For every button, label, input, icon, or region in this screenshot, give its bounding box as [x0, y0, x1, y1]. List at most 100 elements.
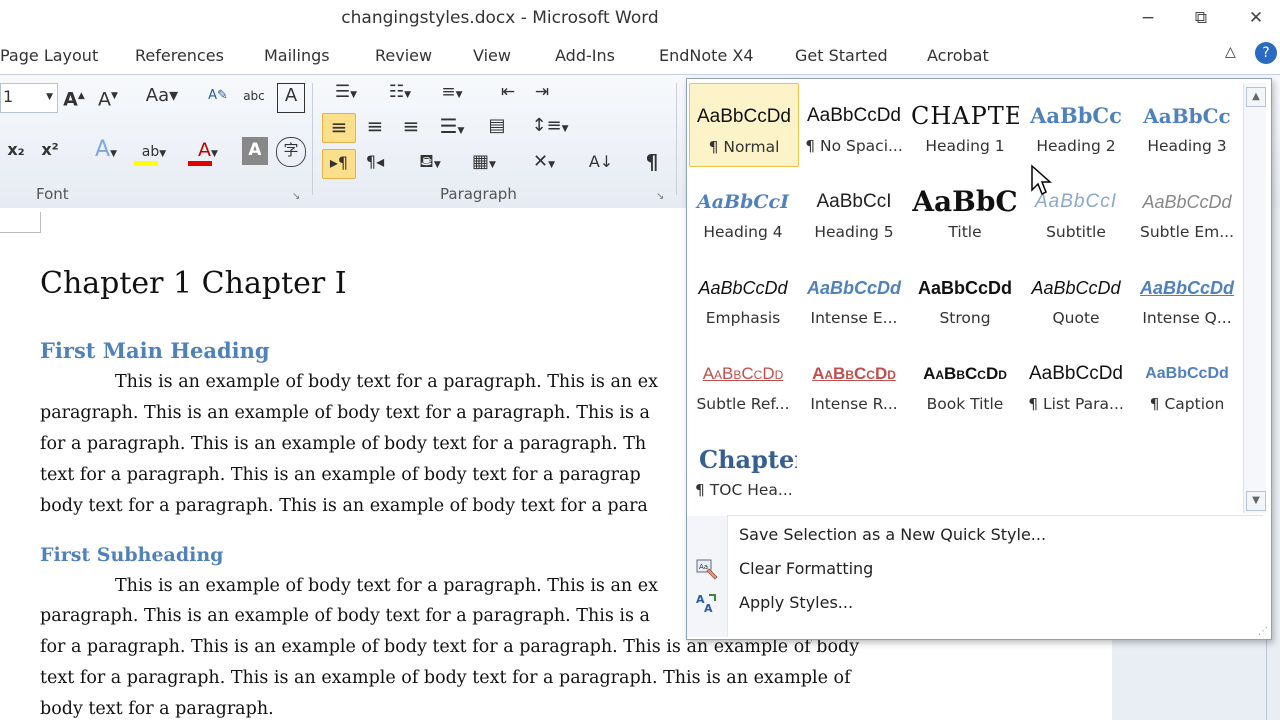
style-name: Heading 3: [1147, 137, 1227, 155]
ribbon-tabs: Page Layout References Mailings Review V…: [0, 38, 1280, 74]
scroll-down-icon[interactable]: ▼: [1246, 491, 1266, 511]
character-border-icon[interactable]: A: [277, 83, 305, 113]
tab-acrobat[interactable]: Acrobat: [927, 46, 989, 65]
style-name: ¶ Caption: [1149, 395, 1225, 413]
tab-mailings[interactable]: Mailings: [264, 46, 330, 65]
align-left-icon[interactable]: ≡: [322, 113, 356, 143]
asian-layout-icon[interactable]: ✕▼: [522, 149, 566, 177]
save-selection-menu-item[interactable]: Save Selection as a New Quick Style...: [739, 525, 1046, 544]
borders-icon[interactable]: ▦▼: [462, 149, 506, 177]
style-subtle-reference[interactable]: AaBbCcDd Subtle Ref...: [689, 341, 797, 423]
style-sample: AaBbCcDd: [1145, 365, 1229, 382]
tab-page-layout[interactable]: Page Layout: [0, 46, 98, 65]
change-case-icon[interactable]: Aa▾: [140, 83, 184, 111]
enclose-characters-icon[interactable]: 字: [276, 137, 306, 167]
style-no-spacing[interactable]: AaBbCcDd ¶ No Spaci...: [800, 83, 908, 165]
show-hide-marks-icon[interactable]: ¶: [638, 149, 666, 177]
paragraph-group-label: Paragraph: [440, 185, 517, 203]
title-bar: changingstyles.docx - Microsoft Word − ⧉…: [0, 0, 1280, 38]
character-shading-icon[interactable]: A: [242, 137, 268, 165]
tab-get-started[interactable]: Get Started: [795, 46, 888, 65]
highlight-color-icon[interactable]: ab▼: [130, 137, 178, 166]
shrink-font-icon[interactable]: A▼: [94, 83, 122, 111]
body-text-line: text for a paragraph. This is an example…: [40, 465, 641, 485]
first-subheading: First Subheading: [40, 544, 224, 566]
decrease-indent-icon[interactable]: ⇤: [494, 79, 522, 107]
style-sample: AaBbCcDd: [697, 106, 791, 127]
right-to-left-icon[interactable]: ¶◂: [360, 149, 390, 177]
justify-icon[interactable]: ☰▼: [432, 113, 472, 141]
tab-add-ins[interactable]: Add-Ins: [555, 46, 615, 65]
style-name: Heading 1: [925, 137, 1005, 155]
style-strong[interactable]: AaBbCcDd Strong: [911, 255, 1019, 337]
increase-indent-icon[interactable]: ⇥: [528, 79, 556, 107]
style-name: Intense E...: [810, 309, 898, 327]
apply-styles-menu-item[interactable]: Apply Styles...: [739, 593, 853, 612]
paragraph-dialog-launcher-icon[interactable]: ↘: [656, 191, 664, 202]
text-effects-icon[interactable]: A▼: [86, 137, 126, 165]
gallery-scrollbar[interactable]: ▲ ▼: [1243, 83, 1266, 513]
style-sample: AaBbCcDd: [923, 364, 1007, 383]
style-name: Emphasis: [705, 309, 781, 327]
highlight-swatch: [134, 161, 158, 166]
numbering-icon[interactable]: ☷▼: [378, 79, 422, 107]
tab-references[interactable]: References: [135, 46, 224, 65]
style-normal[interactable]: AaBbCcDd ¶ Normal: [689, 83, 799, 167]
menu-separator: [727, 515, 1263, 516]
style-quote[interactable]: AaBbCcDd Quote: [1022, 255, 1130, 337]
style-list-paragraph[interactable]: AaBbCcDd ¶ List Para...: [1022, 341, 1130, 423]
style-intense-quote[interactable]: AaBbCcDd Intense Q...: [1133, 255, 1241, 337]
line-spacing-icon[interactable]: ↕≡▼: [530, 113, 570, 141]
clear-formatting-icon[interactable]: A✎: [204, 83, 232, 111]
superscript-icon[interactable]: x²: [36, 137, 64, 165]
style-heading-4[interactable]: AaBbCcI Heading 4: [689, 169, 797, 251]
style-toc-heading[interactable]: Chapter ¶ TOC Hea...: [689, 427, 797, 513]
tab-review[interactable]: Review: [375, 46, 432, 65]
help-icon[interactable]: ?: [1255, 42, 1277, 64]
style-intense-emphasis[interactable]: AaBbCcDd Intense E...: [800, 255, 908, 337]
style-sample: AaBbCcDd: [1031, 278, 1121, 298]
page-margin-corner: [0, 212, 41, 233]
font-size-combobox[interactable]: 1 ▼: [0, 83, 58, 113]
style-title[interactable]: AaBbC Title: [911, 169, 1019, 251]
style-name: Quote: [1052, 309, 1100, 327]
shading-icon[interactable]: ⛾▼: [408, 149, 452, 177]
restore-button[interactable]: ⧉: [1184, 6, 1218, 30]
align-center-icon[interactable]: ≡: [360, 113, 390, 141]
left-to-right-icon[interactable]: ▸¶: [322, 149, 356, 179]
style-name: Title: [948, 223, 982, 241]
font-color-swatch: [188, 161, 212, 166]
style-sample: AaBbCc: [1143, 104, 1231, 128]
font-group-label: Font: [36, 185, 69, 203]
subscript-icon[interactable]: x₂: [2, 137, 30, 165]
minimize-button[interactable]: −: [1131, 6, 1165, 30]
phonetic-guide-icon[interactable]: abc: [240, 83, 268, 111]
style-name: Intense Q...: [1142, 309, 1232, 327]
close-button[interactable]: ✕: [1239, 6, 1273, 30]
font-color-icon[interactable]: A▼: [186, 137, 230, 166]
style-heading-5[interactable]: AaBbCcI Heading 5: [800, 169, 908, 251]
bullets-icon[interactable]: ☰▼: [326, 79, 366, 107]
style-book-title[interactable]: AaBbCcDd Book Title: [911, 341, 1019, 423]
style-emphasis[interactable]: AaBbCcDd Emphasis: [689, 255, 797, 337]
ribbon-minimize-icon[interactable]: △: [1225, 44, 1236, 60]
mouse-cursor-icon: [1031, 164, 1052, 196]
grow-font-icon[interactable]: A▲: [60, 83, 88, 111]
tab-view[interactable]: View: [473, 46, 511, 65]
style-heading-3[interactable]: AaBbCc Heading 3: [1133, 83, 1241, 165]
style-intense-reference[interactable]: AaBbCcDd Intense R...: [800, 341, 908, 423]
distributed-icon[interactable]: ▤: [482, 113, 512, 141]
align-right-icon[interactable]: ≡: [396, 113, 426, 141]
style-caption[interactable]: AaBbCcDd ¶ Caption: [1133, 341, 1241, 423]
clear-formatting-menu-item[interactable]: Clear Formatting: [739, 559, 873, 578]
sort-icon[interactable]: A↓: [586, 149, 616, 177]
style-heading-1[interactable]: CHAPTER Heading 1: [911, 83, 1019, 165]
scroll-up-icon[interactable]: ▲: [1246, 87, 1266, 107]
font-dialog-launcher-icon[interactable]: ↘: [292, 191, 300, 202]
multilevel-list-icon[interactable]: ≡▼: [430, 79, 474, 107]
style-subtle-emphasis[interactable]: AaBbCcDd Subtle Em...: [1133, 169, 1241, 251]
style-heading-2[interactable]: AaBbCc Heading 2: [1022, 83, 1130, 165]
tab-endnote[interactable]: EndNote X4: [659, 46, 754, 65]
chapter-title: Chapter 1 Chapter I: [40, 266, 347, 301]
resize-grip-icon[interactable]: ⋰: [1258, 626, 1268, 637]
